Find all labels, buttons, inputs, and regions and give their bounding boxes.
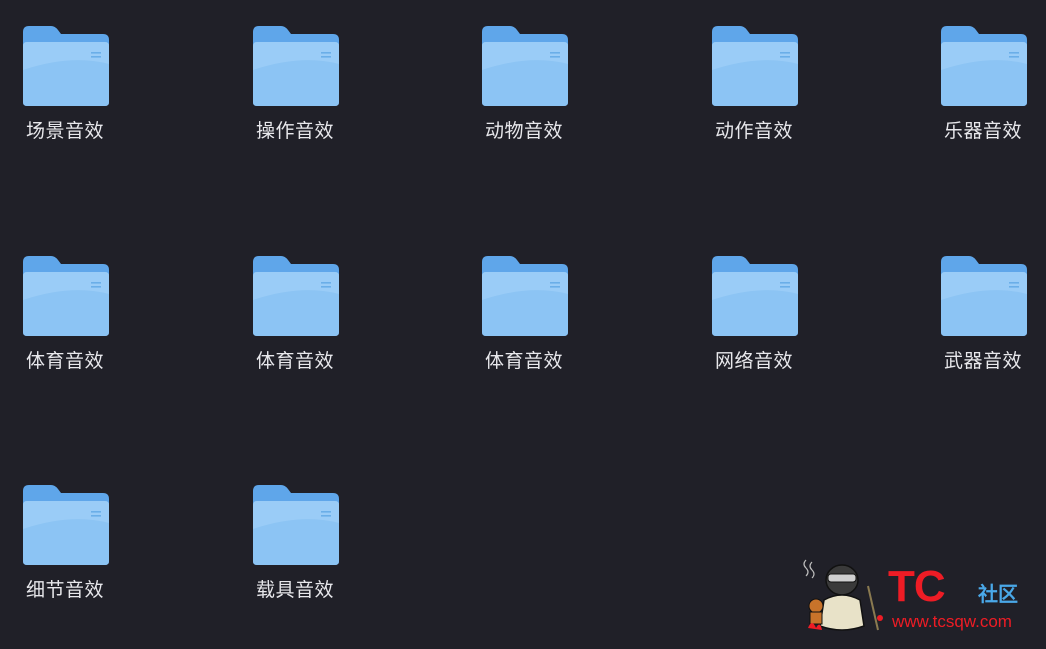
folder-icon [941,256,1027,336]
folder-label: 体育音效 [25,350,104,372]
watermark-logo-suffix: 社区 [978,582,1018,606]
folder-label: 体育音效 [484,350,563,372]
folder-label: 网络音效 [714,350,793,372]
folder-label: 载具音效 [255,579,334,601]
folder-item[interactable]: 细节音效 [0,459,130,649]
folder-label: 场景音效 [25,120,104,142]
folder-icon [23,256,109,336]
folder-item[interactable]: 动物音效 [459,0,589,200]
folder-icon [253,485,339,565]
folder-item[interactable]: 载具音效 [230,459,360,649]
folder-label: 体育音效 [255,350,334,372]
folder-label: 动作音效 [714,120,793,142]
folder-label: 操作音效 [255,120,334,142]
folder-icon [941,26,1027,106]
folder-item[interactable]: 武器音效 [918,230,1046,430]
folder-icon [23,26,109,106]
folder-item[interactable]: 动作音效 [689,0,819,200]
folder-icon [23,485,109,565]
folder-grid: 场景音效 操作音效 动物音效 动作音效 乐器音效 体育音效 体育音效 体育音效 … [0,0,1046,649]
watermark: TC 社区 www.tcsqw.com [796,556,1042,640]
folder-icon [712,256,798,336]
folder-item[interactable]: 操作音效 [230,0,360,200]
folder-label: 动物音效 [484,120,563,142]
folder-item[interactable]: 体育音效 [459,230,589,430]
folder-item[interactable]: 体育音效 [0,230,130,430]
mascot-icon [803,559,883,631]
folder-item[interactable]: 体育音效 [230,230,360,430]
folder-icon [712,26,798,106]
watermark-logo-text: TC [888,562,946,611]
folder-label: 乐器音效 [943,120,1022,142]
folder-label: 武器音效 [943,350,1022,372]
folder-icon [482,256,568,336]
watermark-url: www.tcsqw.com [892,612,1012,631]
folder-item[interactable]: 乐器音效 [918,0,1046,200]
folder-item[interactable]: 场景音效 [0,0,130,200]
folder-icon [253,256,339,336]
folder-icon [253,26,339,106]
folder-item[interactable]: 网络音效 [689,230,819,430]
folder-icon [482,26,568,106]
folder-label: 细节音效 [25,579,104,601]
